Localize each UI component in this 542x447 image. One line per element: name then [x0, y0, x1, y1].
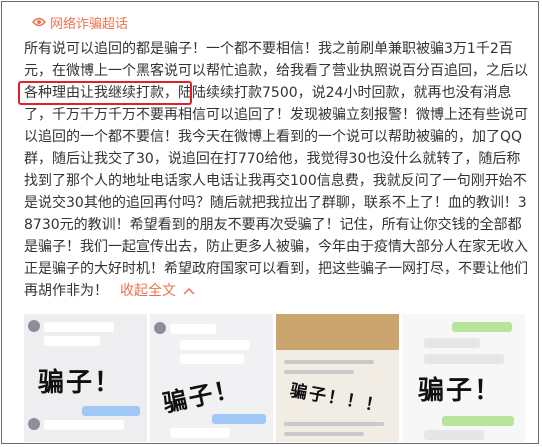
chat-bubble [442, 416, 514, 426]
topic-label: 网络诈骗超话 [50, 16, 129, 32]
post-body: 所有说可以追回的都是骗子！一个都不要相信！我之前刷单兼职被骗3万1千2百元，在微… [24, 38, 532, 302]
chat-bubble [180, 340, 250, 350]
chat-bubble [424, 338, 480, 348]
chat-bubble [180, 354, 244, 364]
avatar [28, 418, 40, 430]
info-line [284, 432, 364, 436]
post-image-4[interactable]: 骗子！ [402, 314, 525, 442]
collapse-button[interactable]: 收起全文 [120, 283, 196, 299]
highlight-annotation [18, 81, 192, 105]
chat-bubble [424, 430, 484, 440]
chat-bubble [424, 354, 504, 364]
post-text: 所有说可以追回的都是骗子！一个都不要相信！我之前刷单兼职被骗3万1千2百元，在微… [24, 41, 528, 299]
avatar [28, 320, 40, 332]
info-line [284, 422, 384, 426]
post-image-2[interactable]: 骗子！ [150, 314, 273, 442]
chat-bubble [212, 414, 266, 424]
chat-bubble [170, 428, 230, 438]
post-image-3[interactable]: 骗子！！！ [276, 314, 399, 442]
scam-overlay-text: 骗子！ [38, 368, 123, 398]
chat-bubble [44, 322, 114, 332]
chevron-up-icon [183, 287, 195, 295]
avatar [154, 322, 166, 334]
superhashtag-icon [32, 17, 46, 27]
info-line [284, 360, 374, 364]
image-grid: 骗子！ 骗子！ 骗子！！！ 骗子！ [24, 314, 528, 442]
post-image-1[interactable]: 骗子！ [24, 314, 147, 442]
weibo-post-card: 网络诈骗超话 所有说可以追回的都是骗子！一个都不要相信！我之前刷单兼职被骗3万1… [1, 1, 539, 444]
topic-tag[interactable]: 网络诈骗超话 [32, 12, 128, 32]
collapse-label: 收起全文 [120, 283, 176, 299]
company-banner [276, 314, 399, 350]
chat-bubble [44, 420, 124, 430]
info-line [284, 370, 354, 374]
scam-overlay-text: 骗子！ [418, 376, 503, 406]
scam-overlay-text: 骗子！！！ [288, 380, 386, 418]
chat-bubble [170, 324, 216, 334]
chat-bubble [82, 406, 140, 416]
chat-bubble [452, 322, 512, 332]
scam-overlay-text: 骗子！ [160, 374, 243, 418]
chat-bubble [44, 336, 100, 346]
